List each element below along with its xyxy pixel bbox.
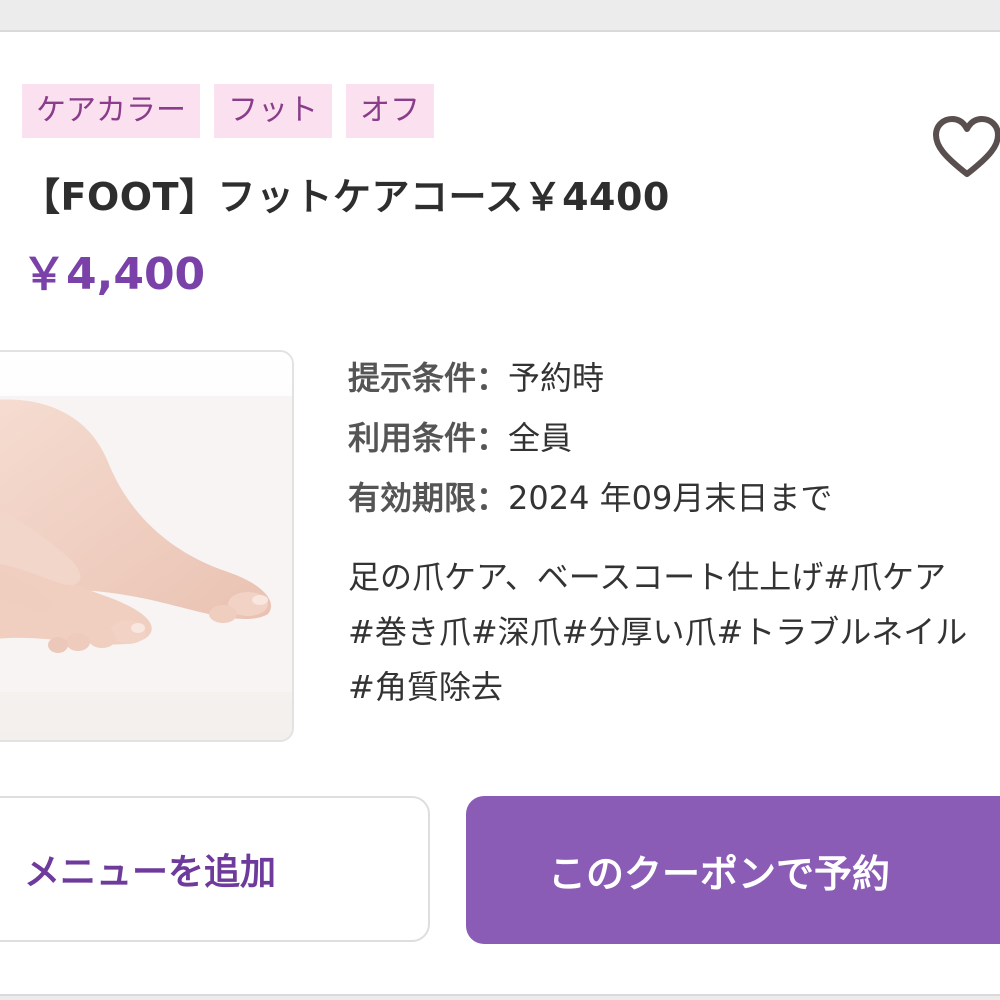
coupon-title: 【FOOT】フットケアコース￥4400 <box>22 175 670 219</box>
condition-value: 全員 <box>508 419 573 457</box>
description-line: 足の爪ケア、ベースコート仕上げ#爪ケア <box>348 558 947 596</box>
heart-icon[interactable] <box>932 116 1000 180</box>
tag-care-color[interactable]: ケアカラー <box>22 84 200 138</box>
conditions-list: 提示条件：予約時 利用条件：全員 有効期限：2024 年09月末日まで <box>348 348 832 528</box>
feet-photo <box>0 350 294 742</box>
condition-label: 提示条件： <box>348 359 509 397</box>
condition-usage: 利用条件：全員 <box>348 408 832 468</box>
condition-label: 有効期限： <box>348 479 509 517</box>
condition-label: 利用条件： <box>348 419 509 457</box>
description-line: #巻き爪#深爪#分厚い爪#トラブルネイル <box>348 613 968 651</box>
reserve-coupon-button[interactable]: このクーポンで予約 <box>466 796 1000 944</box>
tag-foot[interactable]: フット <box>214 84 332 138</box>
add-menu-button[interactable]: メニューを追加 <box>0 796 430 942</box>
condition-expiry: 有効期限：2024 年09月末日まで <box>348 468 832 528</box>
condition-value: 予約時 <box>508 359 605 397</box>
condition-present: 提示条件：予約時 <box>348 348 832 408</box>
coupon-description: 足の爪ケア、ベースコート仕上げ#爪ケア #巻き爪#深爪#分厚い爪#トラブルネイル… <box>348 550 1000 715</box>
condition-value: 2024 年09月末日まで <box>508 479 833 517</box>
tag-list: ケアカラー フット オフ <box>22 84 434 138</box>
tag-off[interactable]: オフ <box>346 84 434 138</box>
coupon-price: ￥4,400 <box>22 249 206 300</box>
description-line: #角質除去 <box>348 668 503 706</box>
coupon-card: ケアカラー フット オフ 【FOOT】フットケアコース￥4400 ￥4,400 <box>0 30 1000 996</box>
